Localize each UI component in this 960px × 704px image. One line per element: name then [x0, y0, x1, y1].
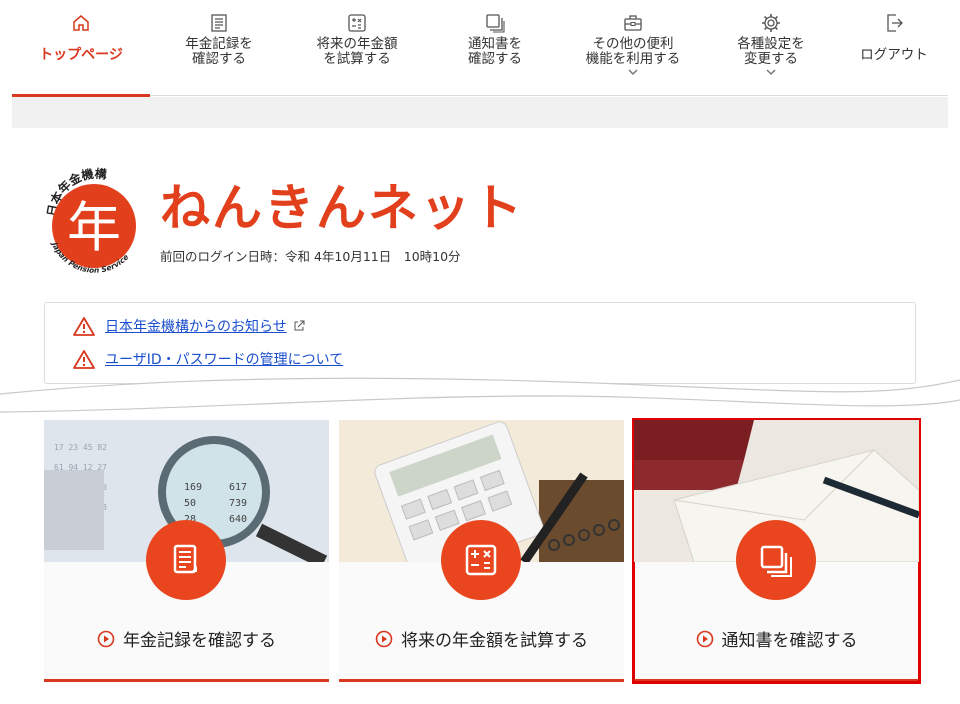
logout-icon [887, 14, 903, 32]
last-login: 前回のログイン日時：令和 4年10月11日 10時10分 [160, 249, 461, 264]
nav-notices[interactable]: 通知書を 確認する [426, 0, 564, 96]
nav-label: 将来の年金額 を試算する [316, 36, 398, 67]
nav-top-page[interactable]: トップページ [12, 0, 150, 97]
tile-label: 通知書を確認する [634, 626, 919, 651]
notice-link-jps-news[interactable]: 日本年金機構からのお知らせ [105, 316, 287, 336]
logo-glyph: 年 [67, 196, 121, 259]
svg-text:50: 50 [184, 498, 196, 509]
chevron-down-icon [766, 69, 776, 76]
nav-pension-estimate[interactable]: 将来の年金額 を試算する [288, 0, 426, 96]
tile-icon-circle [736, 520, 816, 600]
calculator-icon [348, 14, 366, 32]
svg-text:169: 169 [184, 482, 202, 493]
svg-text:739: 739 [229, 498, 247, 509]
chevron-down-icon [628, 69, 638, 76]
play-circle-icon [375, 630, 393, 647]
tile-label-text: 将来の年金額を試算する [401, 631, 588, 651]
tile-icon-circle [146, 520, 226, 600]
section-cut-divider [0, 377, 960, 413]
tile-notices[interactable]: 通知書を確認する [632, 418, 921, 684]
nav-label: トップページ [39, 47, 123, 63]
record-icon [173, 544, 197, 574]
home-icon [73, 15, 89, 31]
notice-link-userid-password[interactable]: ユーザID・パスワードの管理について [105, 349, 343, 369]
brand-title: ねんきんネット [160, 179, 524, 237]
nav-label: その他の便利 機能を利用する [585, 36, 681, 67]
play-circle-icon [696, 630, 713, 647]
play-circle-icon [97, 630, 115, 647]
nav-label: ログアウト [860, 47, 928, 63]
tile-icon-circle [441, 520, 521, 600]
nav-logout[interactable]: ログアウト [840, 0, 948, 96]
nav-other-functions[interactable]: その他の便利 機能を利用する [564, 0, 702, 96]
svg-text:617: 617 [229, 482, 247, 493]
warning-icon [73, 350, 95, 369]
nav-pension-record[interactable]: 年金記録を 確認する [150, 0, 288, 96]
tile-label: 年金記録を確認する [44, 626, 329, 651]
tile-pension-record[interactable]: 17 23 45 8261 94 12 2738 55 71 9044 19 6… [44, 420, 329, 682]
tile-pension-estimate[interactable]: 将来の年金額を試算する [339, 420, 624, 682]
calculator-icon [465, 544, 497, 576]
notice-item: 日本年金機構からのお知らせ [73, 316, 305, 336]
svg-text:17 23 45 82: 17 23 45 82 [54, 443, 107, 452]
tile-label: 将来の年金額を試算する [339, 626, 624, 651]
global-nav: トップページ 年金記録を 確認する 将来の年金額 を試算する 通知書を 確認する… [12, 0, 948, 97]
notice-item: ユーザID・パスワードの管理について [73, 349, 343, 369]
tile-label-text: 通知書を確認する [721, 631, 858, 651]
record-icon [211, 14, 227, 32]
svg-text:640: 640 [229, 514, 247, 525]
gear-icon [762, 14, 780, 32]
warning-icon [73, 317, 95, 336]
external-link-icon [294, 320, 305, 331]
tile-label-text: 年金記録を確認する [123, 631, 276, 651]
jps-logo: 日本年金機構 年 Japan Pension Service [45, 166, 136, 275]
nav-label: 各種設定を 変更する [737, 36, 805, 67]
documents-icon [486, 14, 505, 33]
nav-settings[interactable]: 各種設定を 変更する [702, 0, 840, 96]
toolbox-icon [624, 15, 642, 31]
documents-icon [760, 545, 792, 577]
nav-label: 年金記録を 確認する [185, 36, 253, 67]
nav-label: 通知書を 確認する [468, 36, 522, 67]
